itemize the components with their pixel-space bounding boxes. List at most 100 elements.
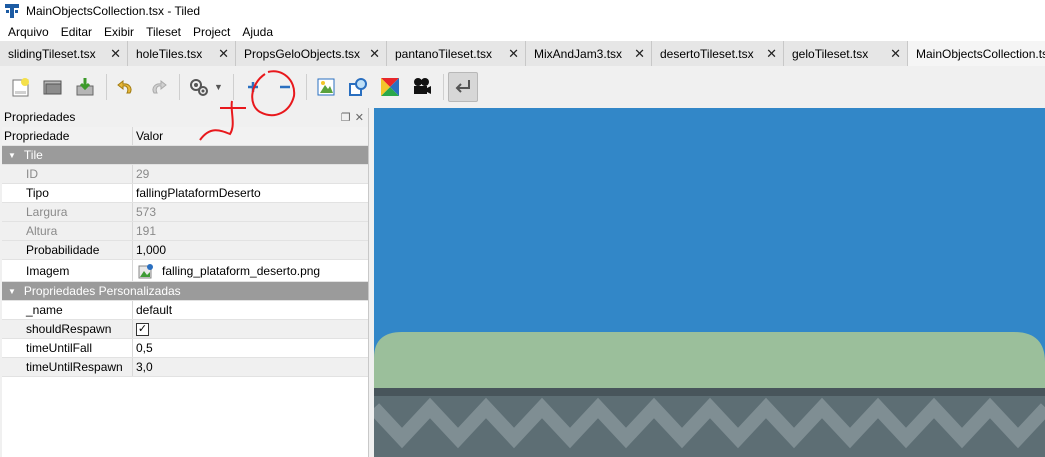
property-row-name[interactable]: _name default (2, 301, 368, 320)
collision-editor-icon (348, 78, 367, 96)
main-toolbar: ▼ (0, 67, 1045, 107)
undo-button[interactable] (111, 72, 141, 102)
property-value-tipo[interactable]: fallingPlataformDeserto (133, 184, 368, 202)
property-value-probabilidade[interactable]: 1,000 (133, 241, 368, 259)
properties-panel: Propriedades ❐ ✕ Propriedade Valor ▼ Til… (0, 108, 369, 457)
title-bar: MainObjectsCollection.tsx - Tiled (0, 0, 1045, 22)
property-name: shouldRespawn (2, 320, 133, 338)
column-header-name[interactable]: Propriedade (2, 127, 133, 145)
float-panel-icon[interactable]: ❐ (341, 111, 351, 124)
tab-propsgeloobjects[interactable]: PropsGeloObjects.tsx ✕ (236, 41, 387, 66)
document-tabs: slidingTileset.tsx ✕ holeTiles.tsx ✕ Pro… (0, 41, 1045, 66)
tab-mainobjectscollection[interactable]: MainObjectsCollection.tsx (908, 41, 1045, 66)
panel-header: Propriedades ❐ ✕ (0, 108, 368, 126)
tab-label: MixAndJam3.tsx (534, 46, 623, 61)
tab-label: pantanoTileset.tsx (395, 46, 492, 61)
edit-terrain-icon (317, 78, 335, 96)
image-file-icon (138, 263, 153, 278)
close-panel-icon[interactable]: ✕ (355, 111, 364, 124)
tab-label: desertoTileset.tsx (660, 46, 754, 61)
collapse-triangle-icon[interactable]: ▼ (8, 151, 16, 160)
group-custom-properties[interactable]: ▼ Propriedades Personalizadas (2, 282, 368, 301)
redo-icon (152, 79, 167, 94)
property-row-shouldrespawn[interactable]: shouldRespawn ✓ (2, 320, 368, 339)
save-button[interactable] (70, 72, 100, 102)
toolbar-separator (106, 74, 107, 100)
edit-terrain-button[interactable] (311, 72, 341, 102)
column-header-value[interactable]: Valor (133, 127, 368, 145)
property-row-tipo[interactable]: Tipo fallingPlataformDeserto (2, 184, 368, 203)
tab-gelotileset[interactable]: geloTileset.tsx ✕ (784, 41, 908, 66)
wang-sets-icon (380, 78, 399, 96)
property-row-timeuntilfall[interactable]: timeUntilFall 0,5 (2, 339, 368, 358)
menu-ajuda[interactable]: Ajuda (236, 25, 279, 39)
property-value: 573 (136, 205, 157, 219)
tab-label: geloTileset.tsx (792, 46, 869, 61)
close-icon[interactable]: ✕ (508, 46, 519, 62)
remove-tile-button[interactable] (270, 72, 300, 102)
close-icon[interactable]: ✕ (218, 46, 229, 62)
tab-slidingtileset[interactable]: slidingTileset.tsx ✕ (0, 41, 128, 66)
animation-editor-button[interactable] (407, 72, 437, 102)
menu-exibir[interactable]: Exibir (98, 25, 140, 39)
undo-icon (117, 79, 132, 94)
property-name: timeUntilRespawn (2, 358, 133, 376)
property-row-largura: Largura 573 (2, 203, 368, 222)
property-value-timeuntilfall[interactable]: 0,5 (133, 339, 368, 357)
property-row-timeuntilrespawn[interactable]: timeUntilRespawn 3,0 (2, 358, 368, 377)
remove-tile-icon (279, 85, 290, 89)
falling-platform-tile-image (374, 108, 1045, 457)
tileset-properties-icon (190, 79, 208, 96)
property-value-timeuntilrespawn[interactable]: 3,0 (133, 358, 368, 376)
property-name: Probabilidade (2, 241, 133, 259)
tab-desertotileset[interactable]: desertoTileset.tsx ✕ (652, 41, 784, 66)
menu-tileset[interactable]: Tileset (140, 25, 187, 39)
property-value: 29 (136, 167, 150, 181)
toolbar-separator (305, 74, 307, 100)
tab-mixandjam3[interactable]: MixAndJam3.tsx ✕ (526, 41, 652, 66)
tab-pantanotileset[interactable]: pantanoTileset.tsx ✕ (387, 41, 526, 66)
new-tileset-button[interactable] (6, 72, 36, 102)
property-name: Largura (2, 203, 133, 221)
property-name: timeUntilFall (2, 339, 133, 357)
shouldrespawn-checkbox[interactable]: ✓ (136, 322, 149, 336)
tile-preview-canvas[interactable] (374, 108, 1045, 457)
close-icon[interactable]: ✕ (110, 46, 121, 62)
property-row-imagem[interactable]: Imagem falling_plataform_deserto.png (2, 260, 368, 282)
property-name: ID (2, 165, 133, 183)
chevron-down-icon[interactable]: ▼ (214, 82, 223, 92)
add-tile-button[interactable] (238, 72, 268, 102)
property-row-altura: Altura 191 (2, 222, 368, 241)
tiled-app-icon (4, 3, 20, 19)
open-button[interactable] (38, 72, 68, 102)
group-tile[interactable]: ▼ Tile (2, 146, 368, 165)
add-tile-icon (247, 82, 258, 92)
menu-arquivo[interactable]: Arquivo (2, 25, 55, 39)
close-icon[interactable]: ✕ (634, 46, 645, 62)
property-value-name[interactable]: default (133, 301, 368, 319)
tab-label: PropsGeloObjects.tsx (244, 46, 361, 61)
toolbar-separator (179, 74, 180, 100)
property-row-probabilidade[interactable]: Probabilidade 1,000 (2, 241, 368, 260)
redo-button[interactable] (143, 72, 173, 102)
image-filename: falling_plataform_deserto.png (162, 263, 321, 278)
close-icon[interactable]: ✕ (369, 46, 380, 62)
panel-title: Propriedades (4, 110, 76, 124)
tab-label: MainObjectsCollection.tsx (916, 46, 1045, 61)
close-icon[interactable]: ✕ (766, 46, 777, 62)
properties-table: Propriedade Valor ▼ Tile ID 29 Tipo fall… (2, 127, 368, 457)
property-value-imagem[interactable]: falling_plataform_deserto.png (133, 260, 368, 281)
save-icon (76, 78, 94, 96)
dynamic-wrapping-button[interactable] (447, 72, 478, 102)
property-name: Altura (2, 222, 133, 240)
collision-editor-button[interactable] (343, 72, 373, 102)
tab-holetiles[interactable]: holeTiles.tsx ✕ (128, 41, 236, 66)
collapse-triangle-icon[interactable]: ▼ (8, 287, 16, 296)
wang-sets-button[interactable] (375, 72, 405, 102)
tileset-properties-button[interactable] (184, 72, 214, 102)
property-value: 191 (136, 224, 157, 238)
menu-editar[interactable]: Editar (55, 25, 98, 39)
open-icon (43, 80, 62, 95)
menu-project[interactable]: Project (187, 25, 236, 39)
close-icon[interactable]: ✕ (890, 46, 901, 62)
